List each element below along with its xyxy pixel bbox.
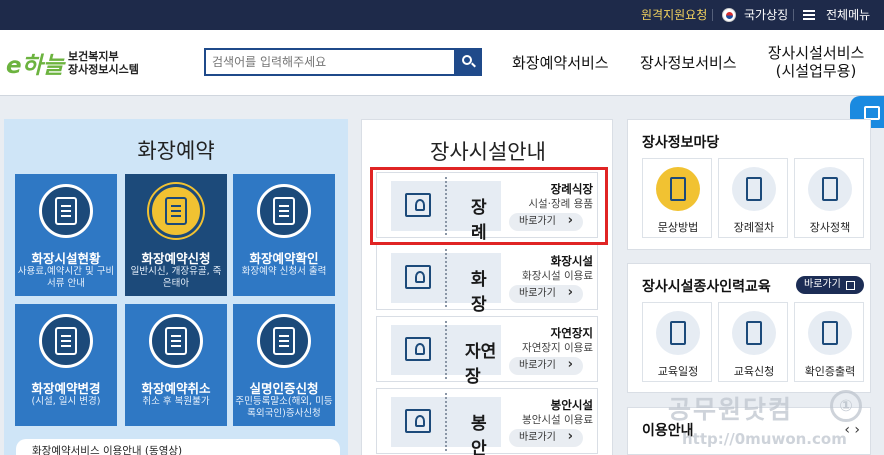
tile-reservation-confirm[interactable]: 화장예약확인 화장예약 신청서 출력 [233,174,335,296]
nav-funeral-info[interactable]: 장사정보서비스 [640,52,737,72]
header: e하늘 보건복지부 장사정보시스템 화장예약서비스 장사정보서비스 장사시설서비… [0,30,884,96]
watermark-url: http://0muwon.com [682,430,847,448]
edit-icon [149,184,203,238]
house-plant-icon [405,409,431,433]
document-check-icon [257,184,311,238]
tile-reservation-cancel[interactable]: 화장예약취소 취소 후 복원불가 [125,304,227,426]
card-enshrinement[interactable]: 봉안 봉안시설 봉안시설 이용료 바로가기 [376,388,598,455]
go-button[interactable]: 바로가기 [509,428,583,447]
item-education-apply[interactable]: 교육신청 [718,302,788,382]
item-certificate-print[interactable]: 확인증출력 [794,302,864,382]
go-button[interactable]: 바로가기 [509,356,583,375]
calendar-icon [39,184,93,238]
calendar-28-icon [656,311,700,355]
funeral-facility-guide-panel: 장사시설안내 장례 장례식장 시설·장례 용품 바로가기 화장 화장시설 화장시… [361,119,613,455]
service-guide-video-link[interactable]: 화장예약서비스 이용안내 (동영상) [16,439,340,455]
id-card-icon [257,314,311,368]
divider [793,9,794,21]
staff-education-panel: 장사시설종사인력교육 바로가기 교육일정 교육신청 확인증출력 [627,263,871,393]
item-funeral-policy[interactable]: 장사정책 [794,158,864,238]
nav-facility-service[interactable]: 장사시설서비스 (시설업무용) [766,44,866,84]
item-condolence-manners[interactable]: 문상방법 [642,158,712,238]
document-cancel-icon [149,314,203,368]
taegukgi-flag-icon [722,8,736,22]
books-icon [808,167,852,211]
go-button[interactable]: 바로가기 [509,212,583,231]
top-utility-bar: 원격지원요청 국가상징 전체메뉴 [0,0,884,30]
lantern-icon [656,167,700,211]
card-funeral-hall[interactable]: 장례 장례식장 시설·장례 용품 바로가기 [376,172,598,243]
org-name: 보건복지부 장사정보시스템 [68,50,139,76]
card-crematorium[interactable]: 화장 화장시설 화장시설 이용료 바로가기 [376,244,598,315]
cremation-reservation-panel: 화장예약 화장시설현황 사용료,예약시간 및 구비서류 안내 화장예약신청 일반… [4,119,348,455]
search-box [204,48,482,76]
search-button[interactable] [454,48,482,76]
person-frame-icon [405,193,431,217]
national-symbol-link[interactable]: 국가상징 [744,0,788,30]
panel-title: 장사정보마당 [642,135,720,151]
panel-title: 화장예약 [137,139,215,163]
tile-reservation-apply[interactable]: 화장예약신청 일반시신, 개장유골, 죽은태아 [125,174,227,296]
search-input[interactable] [212,52,452,72]
card-natural-burial[interactable]: 자연장 자연장지 자연장지 이용료 바로가기 [376,316,598,387]
sprout-icon [405,337,431,361]
phone-check-icon [732,311,776,355]
funeral-info-yard-panel: 장사정보마당 문상방법 장례절차 장사정책 [627,119,871,250]
nav-cremation-reservation[interactable]: 화장예약서비스 [512,52,609,72]
education-go-button[interactable]: 바로가기 [796,276,864,294]
panel-title: 장사시설종사인력교육 [642,279,771,295]
org-system: 장사정보시스템 [68,63,139,76]
all-menu-link[interactable]: 전체메뉴 [826,0,870,30]
printer-icon [808,311,852,355]
item-education-schedule[interactable]: 교육일정 [642,302,712,382]
e-haneul-logo[interactable]: e하늘 [6,46,64,80]
watermark-seal-icon: ① [830,390,862,422]
tile-reservation-change[interactable]: 화장예약변경 (시설, 일시 변경) [15,304,117,426]
document-edit-icon [39,314,93,368]
panel-title: 장사시설안내 [430,140,546,164]
remote-support-link[interactable]: 원격지원요청 [641,0,707,30]
divider [712,9,713,21]
watermark-text: 공무원닷컴 [668,395,794,424]
tile-facility-status[interactable]: 화장시설현황 사용료,예약시간 및 구비서류 안내 [15,174,117,296]
item-funeral-procedure[interactable]: 장례절차 [718,158,788,238]
clipboard-icon [732,167,776,211]
hamburger-menu-icon[interactable] [803,10,815,20]
go-button[interactable]: 바로가기 [509,284,583,303]
org-ministry: 보건복지부 [68,50,119,63]
tile-identity-verification[interactable]: 실명인증신청 주민등록말소(해외, 미등록외국인)증사신청 [233,304,335,426]
building-icon [405,265,431,289]
